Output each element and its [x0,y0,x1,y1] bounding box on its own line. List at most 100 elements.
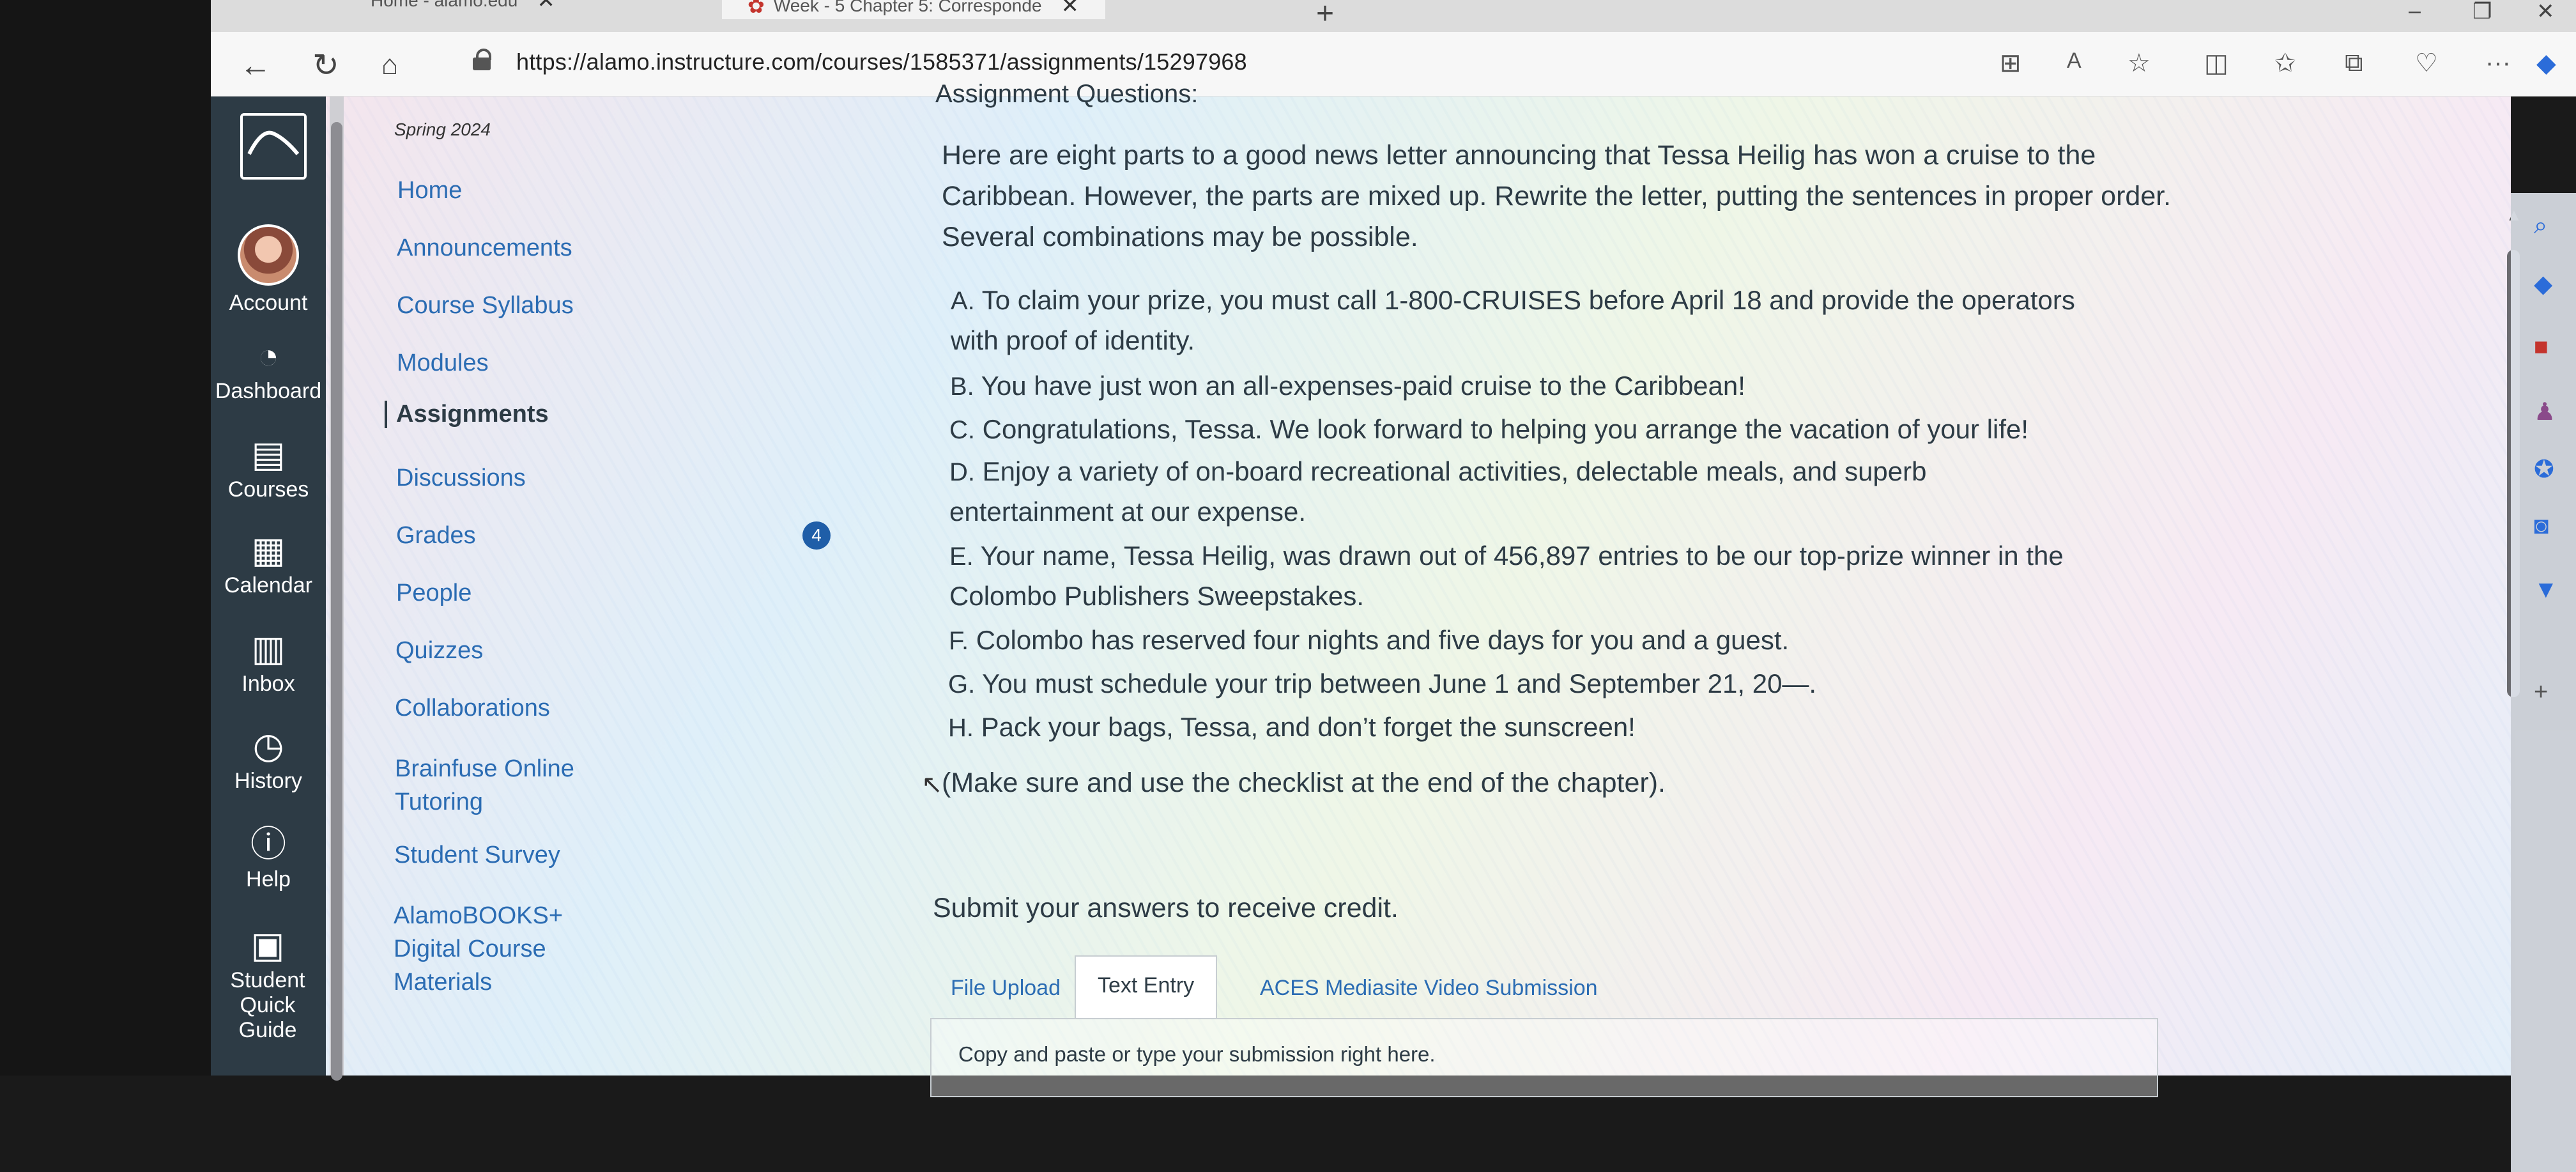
scrollbar-thumb[interactable] [331,122,342,1081]
browser-tab-home[interactable]: Home - alamo.edu ✕ [351,0,677,14]
site-favicon-icon: ✿ [747,0,765,17]
course-nav-alamobooks[interactable]: AlamoBOOKS+ Digital Course Materials [394,899,585,999]
outlook-icon[interactable]: ◙ [2534,513,2549,540]
tab-title: Home - alamo.edu [371,0,518,10]
item-letter: F. [949,627,969,655]
item-letter: B. [950,373,974,401]
assignment-questions-heading: Assignment Questions: [935,80,1199,108]
app-view-icon[interactable]: ⊞ [2000,49,2021,78]
question-item-c: C. Congratulations, Tessa. We look forwa… [949,410,2099,450]
browser-tab-active[interactable]: ✿ Week - 5 Chapter 5: Corresponde ✕ [722,0,1105,19]
more-menu-icon[interactable]: ··· [2485,49,2511,77]
tab-text-entry[interactable]: Text Entry [1075,955,1218,1018]
question-item-a: A. To claim your prize, you must call 1-… [951,281,2101,360]
question-item-b: B. You have just won an all-expenses-pai… [950,366,2100,406]
copilot-icon[interactable]: ◆ [2536,49,2556,78]
checklist-note: (Make sure and use the checklist at the … [942,767,1666,798]
tag-icon[interactable]: ◆ [2534,270,2552,298]
global-nav-label: Dashboard [215,379,322,403]
tools-icon[interactable]: ✪ [2534,455,2554,484]
global-nav-inbox[interactable]: ▥ Inbox [211,629,326,697]
address-bar-url[interactable]: https://alamo.instructure.com/courses/15… [516,49,1247,75]
global-nav-history[interactable]: ◷ History [211,727,326,794]
course-nav-brainfuse[interactable]: Brainfuse Online Tutoring [395,752,606,819]
item-letter: A. [951,287,975,315]
add-sidebar-app-icon[interactable]: + [2534,679,2548,706]
guide-document-icon: ▣ [250,925,285,965]
course-nav-assignments[interactable]: Assignments [385,401,549,428]
logo-icon [247,130,300,155]
new-tab-icon[interactable]: + [1316,0,1334,31]
item-text: Congratulations, Tessa. We look forward … [982,414,2029,444]
item-text: Pack your bags, Tessa, and don’t forget … [981,712,1636,742]
course-nav-home[interactable]: Home [397,177,462,204]
monitor-bezel [0,0,211,1076]
help-question-icon: ⓘ [250,824,286,864]
global-nav-label: Calendar [224,573,312,598]
history-clock-icon: ◷ [252,725,284,766]
avatar [238,224,299,286]
global-nav-help[interactable]: ⓘ Help [211,825,326,892]
web-page: Account ◔ Dashboard ▤ Courses ▦ Calendar… [211,80,2576,1172]
refresh-icon[interactable]: ↻ [307,46,345,84]
text-entry-placeholder: Copy and paste or type your submission r… [958,1042,1436,1066]
read-aloud-icon[interactable]: A [2067,49,2082,73]
term-label: Spring 2024 [394,120,491,139]
global-nav-dashboard[interactable]: ◔ Dashboard [211,337,326,404]
global-nav-label: Student Quick Guide [230,968,305,1042]
tab-file-upload[interactable]: File Upload [951,959,1061,1017]
course-nav-people[interactable]: People [396,580,471,607]
global-nav-label: History [234,769,302,793]
global-nav-calendar[interactable]: ▦ Calendar [211,531,326,598]
maximize-icon[interactable]: ❐ [2472,0,2492,24]
extensions-icon[interactable]: ♡ [2415,49,2438,78]
course-nav-collaborations[interactable]: Collaborations [395,695,550,722]
window-close-icon[interactable]: ✕ [2536,0,2555,24]
global-nav-account[interactable]: Account [211,224,326,316]
course-nav-announcements[interactable]: Announcements [397,235,572,262]
collections-icon[interactable]: ⧉ [2345,49,2363,77]
inbox-icon: ▥ [251,628,286,668]
home-icon[interactable]: ⌂ [371,46,409,84]
question-item-h: H. Pack your bags, Tessa, and don’t forg… [948,707,2098,748]
item-letter: H. [948,714,974,742]
favorite-star-icon[interactable]: ☆ [2128,49,2150,78]
drop-icon[interactable]: ▼ [2534,576,2558,604]
course-nav-syllabus[interactable]: Course Syllabus [397,292,574,320]
mouse-cursor-icon: ↖ [921,771,943,799]
global-nav-courses[interactable]: ▤ Courses [211,435,326,502]
back-arrow-icon[interactable]: ← [236,46,275,84]
course-nav-quizzes[interactable]: Quizzes [395,637,483,665]
close-icon[interactable]: ✕ [1061,0,1080,19]
course-nav-grades[interactable]: Grades [396,522,476,550]
nav-scrollbar[interactable] [330,96,344,1081]
close-icon[interactable]: ✕ [537,0,555,13]
search-icon[interactable]: ⌕ [2534,212,2547,240]
global-nav-label: Courses [227,477,309,502]
shopping-bag-icon[interactable]: ■ [2534,334,2549,361]
course-nav-student-survey[interactable]: Student Survey [394,842,560,869]
canvas-logo[interactable] [240,113,307,180]
item-letter: G. [948,670,976,698]
dashboard-gauge-icon: ◔ [257,335,279,376]
question-item-f: F. Colombo has reserved four nights and … [949,621,2099,661]
item-text: To claim your prize, you must call 1-800… [951,285,2075,355]
courses-book-icon: ▤ [251,434,286,474]
favorites-list-icon[interactable]: ✩ [2274,49,2296,78]
minimize-icon[interactable]: – [2409,0,2421,24]
calendar-icon: ▦ [251,530,286,570]
address-bar-row: ← ↻ ⌂ https://alamo.instructure.com/cour… [211,32,2576,96]
global-navigation: Account ◔ Dashboard ▤ Courses ▦ Calendar… [211,96,326,1076]
tab-title: Week - 5 Chapter 5: Corresponde [773,0,1042,15]
games-icon[interactable]: ♟ [2534,397,2556,426]
course-nav-modules[interactable]: Modules [397,350,489,377]
course-nav-discussions[interactable]: Discussions [396,465,526,492]
tab-mediasite-video[interactable]: ACES Mediasite Video Submission [1260,959,1598,1017]
split-screen-icon[interactable]: ◫ [2204,49,2228,78]
item-text: Colombo has reserved four nights and fiv… [976,625,1790,655]
item-text: You have just won an all-expenses-paid c… [981,371,1745,401]
lock-icon [473,49,491,70]
global-nav-student-quick-guide[interactable]: ▣ Student Quick Guide [220,926,316,1043]
assignment-intro: Here are eight parts to a good news lett… [942,140,2172,252]
assignment-content: Assignment Questions: Here are eight par… [914,80,2383,1097]
